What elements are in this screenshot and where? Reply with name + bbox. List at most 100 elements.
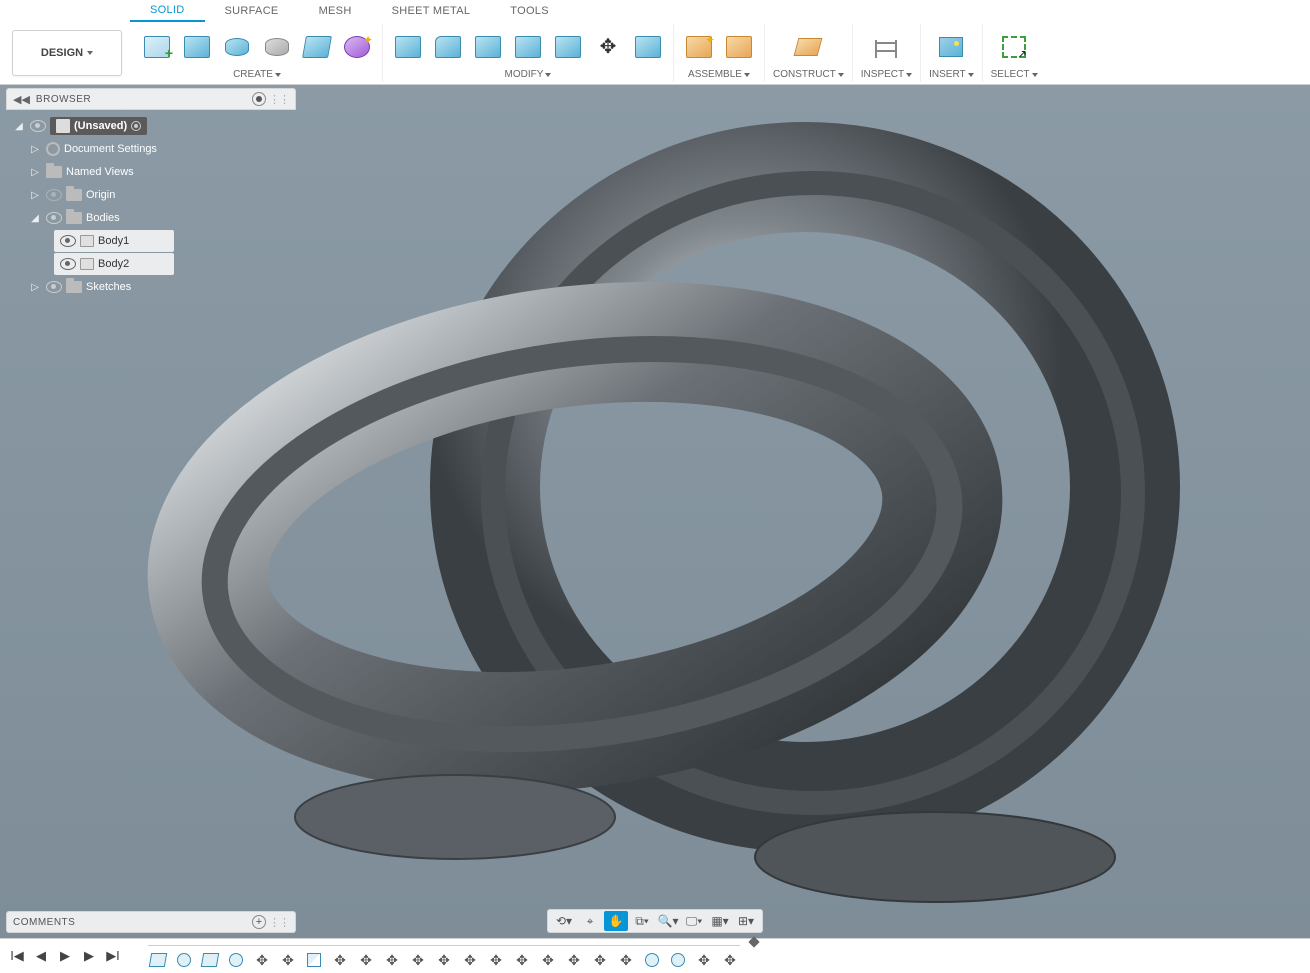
timeline-op-move[interactable]: ✥ (720, 951, 740, 969)
timeline-prev-button[interactable]: ◀ (32, 947, 50, 965)
timeline: I◀ ◀ ▶ ▶ ▶I ✥ ✥ ✥ ✥ ✥ ✥ ✥ ✥ ✥ ✥ ✥ ✥ ✥ ✥ ✥ ✥ (0, 938, 1310, 973)
timeline-op-move[interactable]: ✥ (564, 951, 584, 969)
timeline-op-move[interactable]: ✥ (434, 951, 454, 969)
timeline-start-button[interactable]: I◀ (8, 947, 26, 965)
timeline-op-revolve[interactable] (174, 951, 194, 969)
group-label-modify[interactable]: MODIFY (505, 69, 552, 80)
new-component-button[interactable]: ✦ (682, 30, 716, 64)
revolve-button[interactable] (220, 30, 254, 64)
visibility-icon[interactable] (60, 258, 76, 270)
group-label-assemble[interactable]: ASSEMBLE (688, 69, 750, 80)
fillet-button[interactable] (431, 30, 465, 64)
construct-plane-button[interactable] (791, 30, 825, 64)
tree-root[interactable]: ◢ (Unsaved) (6, 115, 296, 137)
tree-bodies[interactable]: ◢ Bodies (6, 207, 296, 229)
tree-body2[interactable]: Body2 (54, 253, 174, 275)
extrude-button[interactable] (180, 30, 214, 64)
record-icon[interactable] (131, 121, 141, 131)
expand-toggle[interactable]: ▷ (28, 167, 42, 178)
group-label-create[interactable]: CREATE (233, 69, 281, 80)
ribbon-tab-surface[interactable]: SURFACE (205, 1, 299, 21)
timeline-op-move[interactable]: ✥ (460, 951, 480, 969)
workspace-dropdown[interactable]: DESIGN (12, 30, 122, 76)
ribbon-tab-sheetmetal[interactable]: SHEET METAL (372, 1, 491, 21)
hole-button[interactable] (260, 30, 294, 64)
collapse-arrows-icon[interactable]: ◀◀ (13, 93, 30, 106)
expand-toggle[interactable]: ▷ (28, 144, 42, 155)
timeline-op-chamfer[interactable] (304, 951, 324, 969)
timeline-op-revolve[interactable] (642, 951, 662, 969)
viewport-layout-button[interactable]: ⊞▾ (734, 911, 758, 931)
timeline-end-button[interactable]: ▶I (104, 947, 122, 965)
presspull-button[interactable] (391, 30, 425, 64)
shell-button[interactable] (471, 30, 505, 64)
measure-button[interactable] (869, 30, 903, 64)
fit-button[interactable]: 🔍▾ (656, 911, 680, 931)
sketch-button[interactable]: + (140, 30, 174, 64)
timeline-op-sketch[interactable] (200, 951, 220, 969)
visibility-icon[interactable] (46, 189, 62, 201)
timeline-op-move[interactable]: ✥ (330, 951, 350, 969)
timeline-track[interactable]: ✥ ✥ ✥ ✥ ✥ ✥ ✥ ✥ ✥ ✥ ✥ ✥ ✥ ✥ ✥ ✥ (148, 943, 740, 969)
look-at-button[interactable]: ⌖ (578, 911, 602, 931)
timeline-play-button[interactable]: ▶ (56, 947, 74, 965)
tree-named-views[interactable]: ▷ Named Views (6, 161, 296, 183)
group-label-construct[interactable]: CONSTRUCT (773, 69, 844, 80)
offset-face-button[interactable] (551, 30, 585, 64)
add-comment-button[interactable]: + (252, 915, 266, 929)
timeline-op-move[interactable]: ✥ (486, 951, 506, 969)
expand-toggle[interactable]: ◢ (28, 213, 42, 224)
tree-sketches[interactable]: ▷ Sketches (6, 276, 296, 298)
visibility-icon[interactable] (60, 235, 76, 247)
timeline-op-sketch[interactable] (148, 951, 168, 969)
group-label-insert[interactable]: INSERT (929, 69, 974, 80)
tree-doc-settings[interactable]: ▷ Document Settings (6, 138, 296, 160)
timeline-op-move[interactable]: ✥ (278, 951, 298, 969)
timeline-op-revolve[interactable] (226, 951, 246, 969)
grip-icon[interactable]: ⋮⋮ (269, 916, 289, 929)
grip-icon[interactable]: ⋮⋮ (269, 93, 289, 106)
visibility-icon[interactable] (46, 212, 62, 224)
combine-button[interactable] (511, 30, 545, 64)
visibility-icon[interactable] (46, 281, 62, 293)
expand-toggle[interactable]: ◢ (12, 121, 26, 132)
expand-toggle[interactable]: ▷ (28, 190, 42, 201)
orbit-button[interactable]: ⟲▾ (552, 911, 576, 931)
ribbon-tab-solid[interactable]: SOLID (130, 0, 205, 22)
group-label-inspect[interactable]: INSPECT (861, 69, 912, 80)
select-button[interactable] (997, 30, 1031, 64)
align-button[interactable] (631, 30, 665, 64)
timeline-op-move[interactable]: ✥ (616, 951, 636, 969)
timeline-op-move[interactable]: ✥ (694, 951, 714, 969)
group-label-select[interactable]: SELECT (991, 69, 1038, 80)
timeline-op-move[interactable]: ✥ (512, 951, 532, 969)
timeline-op-move[interactable]: ✥ (538, 951, 558, 969)
timeline-marker[interactable] (748, 936, 759, 947)
timeline-op-move[interactable]: ✥ (408, 951, 428, 969)
joint-button[interactable] (722, 30, 756, 64)
timeline-op-move[interactable]: ✥ (590, 951, 610, 969)
zoom-window-button[interactable]: ⧉▾ (630, 911, 654, 931)
ribbon-tab-tools[interactable]: TOOLS (490, 1, 569, 21)
plane-icon (794, 38, 823, 56)
tree-origin[interactable]: ▷ Origin (6, 184, 296, 206)
tree-label: Body2 (98, 258, 129, 270)
timeline-op-move[interactable]: ✥ (252, 951, 272, 969)
ribbon-tab-mesh[interactable]: MESH (299, 1, 372, 21)
timeline-op-move[interactable]: ✥ (382, 951, 402, 969)
timeline-op-move[interactable]: ✥ (356, 951, 376, 969)
box-button[interactable] (300, 30, 334, 64)
display-settings-button[interactable]: 🖵▾ (682, 911, 706, 931)
form-button[interactable]: ✦ (340, 30, 374, 64)
workspace-label: DESIGN (41, 47, 83, 59)
tree-body1[interactable]: Body1 (54, 230, 174, 252)
panel-options-button[interactable] (252, 92, 266, 106)
grid-settings-button[interactable]: ▦▾ (708, 911, 732, 931)
move-button[interactable]: ✥ (591, 30, 625, 64)
timeline-op-revolve[interactable] (668, 951, 688, 969)
expand-toggle[interactable]: ▷ (28, 282, 42, 293)
timeline-next-button[interactable]: ▶ (80, 947, 98, 965)
pan-button[interactable]: ✋ (604, 911, 628, 931)
visibility-icon[interactable] (30, 120, 46, 132)
insert-button[interactable] (934, 30, 968, 64)
